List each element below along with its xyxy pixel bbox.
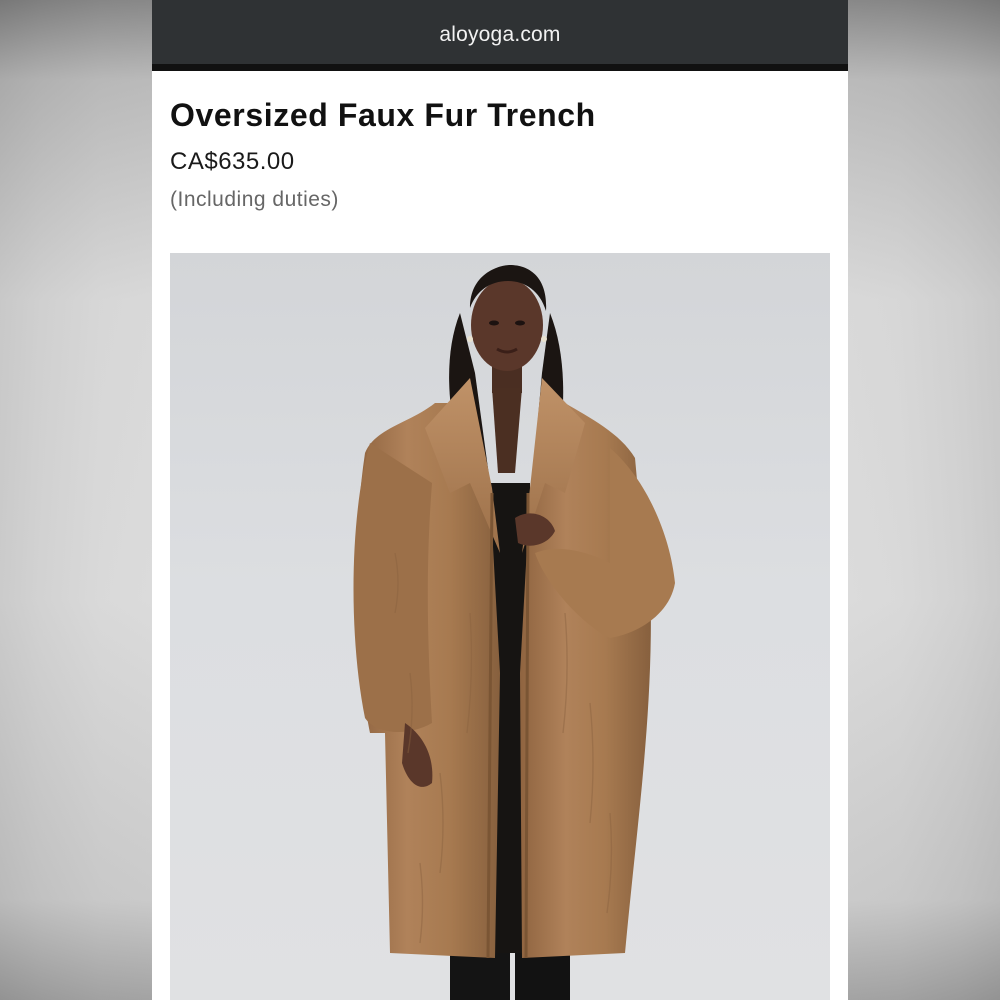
price-note: (Including duties) bbox=[170, 187, 339, 211]
browser-url-bar[interactable]: aloyoga.com bbox=[152, 0, 848, 71]
model-illustration bbox=[353, 265, 675, 1000]
right-blurred-backdrop bbox=[848, 0, 1000, 1000]
phone-screen: aloyoga.com Oversized Faux Fur Trench CA… bbox=[152, 0, 848, 1000]
product-info: Oversized Faux Fur Trench CA$635.00 (Inc… bbox=[152, 71, 848, 212]
product-title: Oversized Faux Fur Trench bbox=[170, 97, 596, 133]
product-image[interactable] bbox=[170, 253, 830, 1000]
left-blurred-backdrop bbox=[0, 0, 152, 1000]
url-text[interactable]: aloyoga.com bbox=[439, 23, 560, 47]
product-price: CA$635.00 bbox=[170, 147, 295, 175]
